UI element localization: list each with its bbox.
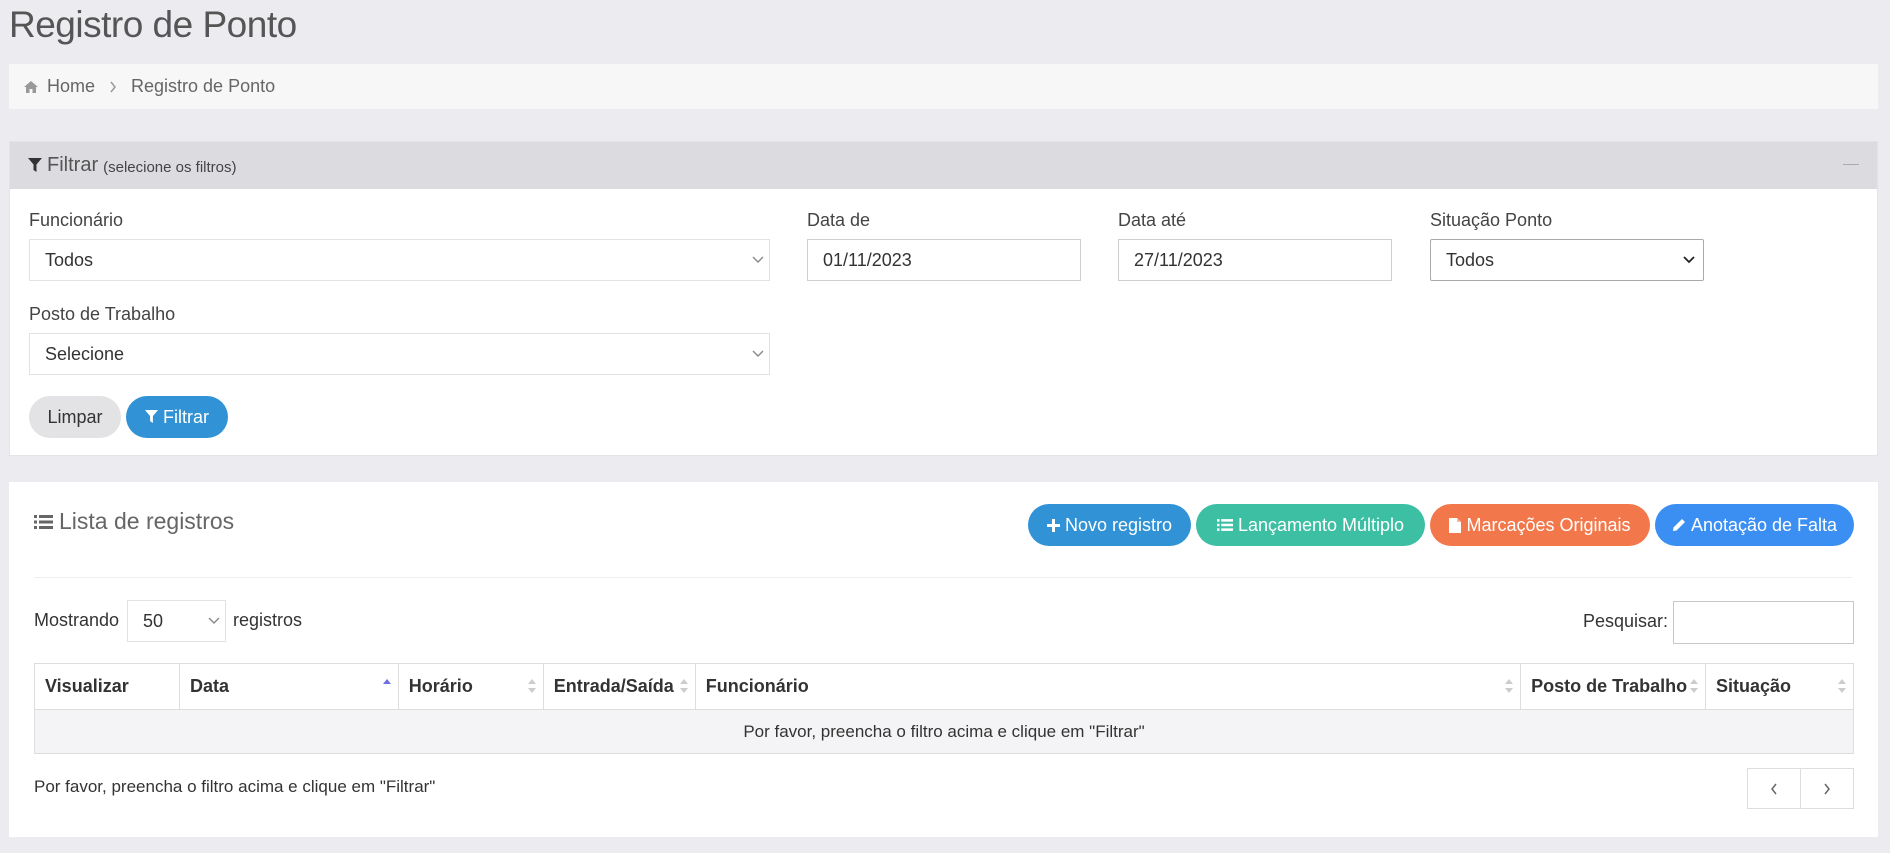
col-entrada-saida[interactable]: Entrada/Saída bbox=[542, 663, 696, 710]
next-page-button[interactable] bbox=[1800, 769, 1853, 808]
home-icon bbox=[23, 79, 39, 95]
lancamento-multiplo-button[interactable]: Lançamento Múltiplo bbox=[1196, 504, 1425, 546]
divider bbox=[34, 577, 1852, 578]
filter-button[interactable]: Filtrar bbox=[126, 396, 228, 438]
col-funcionario-label: Funcionário bbox=[705, 676, 809, 696]
funcionario-value: Todos bbox=[45, 249, 94, 270]
sort-icon bbox=[679, 678, 689, 694]
col-horario-label: Horário bbox=[408, 676, 473, 696]
sort-icon bbox=[1689, 678, 1699, 694]
posto-label: Posto de Trabalho bbox=[29, 304, 176, 324]
data-de-value: 01/11/2023 bbox=[823, 249, 912, 270]
list-title: Lista de registros bbox=[34, 508, 234, 535]
sort-asc-icon bbox=[382, 678, 392, 692]
chevron-left-icon bbox=[1771, 783, 1777, 794]
prev-page-button[interactable] bbox=[1748, 769, 1800, 808]
clear-button-label: Limpar bbox=[47, 406, 103, 427]
sort-icon bbox=[1504, 678, 1514, 694]
page-title: Registro de Ponto bbox=[9, 4, 297, 45]
filter-hint: (selecione os filtros) bbox=[103, 158, 237, 176]
table-header-row: Visualizar Data Horário Entrada/Saída Fu… bbox=[34, 663, 1854, 710]
list-icon bbox=[34, 514, 53, 530]
data-de-label: Data de bbox=[807, 210, 871, 230]
chevron-right-icon bbox=[1824, 783, 1830, 794]
posto-value: Selecione bbox=[45, 343, 125, 364]
col-posto-label: Posto de Trabalho bbox=[1531, 676, 1688, 696]
novo-registro-label: Novo registro bbox=[1064, 514, 1173, 535]
filter-panel: Filtrar (selecione os filtros) Funcionár… bbox=[9, 141, 1878, 456]
chevron-right-icon bbox=[109, 81, 117, 93]
col-situacao[interactable]: Situação bbox=[1705, 663, 1854, 710]
chevron-down-icon bbox=[747, 334, 769, 374]
novo-registro-button[interactable]: Novo registro bbox=[1028, 504, 1191, 546]
filter-button-label: Filtrar bbox=[163, 406, 209, 427]
data-ate-input[interactable]: 27/11/2023 bbox=[1118, 239, 1392, 281]
situacao-label: Situação Ponto bbox=[1430, 210, 1553, 230]
page-length-value: 50 bbox=[143, 610, 164, 631]
list-icon bbox=[1216, 518, 1233, 532]
filter-icon bbox=[145, 410, 158, 424]
col-posto[interactable]: Posto de Trabalho bbox=[1520, 663, 1706, 710]
col-situacao-label: Situação bbox=[1716, 676, 1792, 696]
filter-header: Filtrar (selecione os filtros) bbox=[10, 142, 1877, 189]
col-visualizar[interactable]: Visualizar bbox=[34, 663, 180, 710]
funcionario-label: Funcionário bbox=[29, 210, 124, 230]
filter-icon bbox=[28, 158, 42, 173]
table-info: Por favor, preencha o filtro acima e cli… bbox=[34, 777, 436, 796]
sort-icon bbox=[527, 678, 537, 694]
situacao-select[interactable]: Todos bbox=[1430, 239, 1704, 281]
pencil-icon bbox=[1672, 518, 1686, 532]
col-data[interactable]: Data bbox=[178, 663, 399, 710]
chevron-down-icon bbox=[203, 601, 225, 641]
chevron-down-icon bbox=[747, 240, 769, 280]
data-ate-value: 27/11/2023 bbox=[1134, 249, 1223, 270]
col-entrada-saida-label: Entrada/Saída bbox=[553, 676, 674, 696]
table-row: Por favor, preencha o filtro acima e cli… bbox=[34, 709, 1854, 754]
col-funcionario[interactable]: Funcionário bbox=[694, 663, 1522, 710]
breadcrumb: Home Registro de Ponto bbox=[9, 64, 1878, 109]
col-horario[interactable]: Horário bbox=[397, 663, 544, 710]
clear-button[interactable]: Limpar bbox=[29, 396, 121, 438]
marcacoes-originais-label: Marcações Originais bbox=[1466, 514, 1631, 535]
col-visualizar-label: Visualizar bbox=[45, 676, 129, 696]
lancamento-multiplo-label: Lançamento Múltiplo bbox=[1237, 514, 1405, 535]
empty-message: Por favor, preencha o filtro acima e cli… bbox=[34, 709, 1854, 754]
file-icon bbox=[1449, 517, 1462, 533]
marcacoes-originais-button[interactable]: Marcações Originais bbox=[1430, 504, 1650, 546]
breadcrumb-home-link[interactable]: Home bbox=[47, 76, 95, 97]
length-prefix: Mostrando bbox=[34, 610, 120, 630]
col-data-label: Data bbox=[189, 676, 229, 696]
search-input[interactable] bbox=[1673, 601, 1854, 644]
anotacao-falta-label: Anotação de Falta bbox=[1690, 514, 1838, 535]
data-ate-label: Data até bbox=[1118, 210, 1187, 230]
sort-icon bbox=[1837, 678, 1847, 694]
list-panel: Lista de registros Novo registro Lançame… bbox=[9, 482, 1878, 837]
chevron-down-icon bbox=[1683, 240, 1695, 280]
posto-select[interactable]: Selecione bbox=[29, 333, 770, 375]
collapse-icon[interactable] bbox=[1843, 164, 1859, 165]
list-title-text: Lista de registros bbox=[59, 508, 235, 534]
search-label: Pesquisar: bbox=[1583, 611, 1669, 631]
page-length-select[interactable]: 50 bbox=[127, 600, 226, 642]
length-suffix: registros bbox=[233, 610, 303, 630]
records-table: Visualizar Data Horário Entrada/Saída Fu… bbox=[34, 663, 1854, 754]
funcionario-select[interactable]: Todos bbox=[29, 239, 770, 281]
pagination bbox=[1747, 768, 1854, 809]
anotacao-falta-button[interactable]: Anotação de Falta bbox=[1655, 504, 1854, 546]
plus-icon bbox=[1046, 518, 1060, 532]
data-de-input[interactable]: 01/11/2023 bbox=[807, 239, 1081, 281]
situacao-value: Todos bbox=[1446, 249, 1495, 270]
filter-title: Filtrar bbox=[47, 154, 99, 176]
breadcrumb-current: Registro de Ponto bbox=[131, 76, 276, 96]
